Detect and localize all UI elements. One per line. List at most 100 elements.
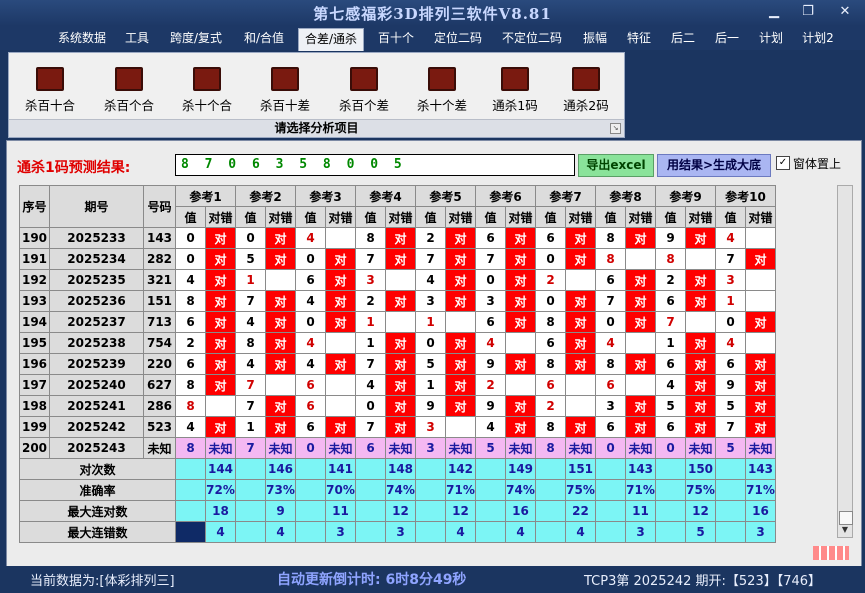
subheader-value: 值: [475, 206, 506, 228]
cell-value: 7: [715, 248, 746, 270]
cell-hit: 对: [685, 353, 716, 375]
generate-base-button[interactable]: 用结果>生成大底: [657, 154, 771, 177]
ribbon-kill-one-code[interactable]: 通杀1码: [480, 67, 550, 114]
table-row[interactable]: 191 2025234 282 0 对 5 对 0 对 7 对 7 对 7 对 0 对 8 8 7 对: [19, 248, 776, 270]
table-row[interactable]: 196 2025239 220 6 对 4 对 4 对 7 对 5 对 9 对 8 对 8 对 6 对 6 对: [19, 353, 776, 375]
table-row[interactable]: 198 2025241 286 8 7 对 6 0 对 9 对 9 对 2 3 对 5 对 5 对: [19, 395, 776, 417]
chart-icon: [428, 67, 456, 91]
summary-value: 143: [745, 458, 776, 480]
cell-seq: 198: [19, 395, 50, 417]
table-row[interactable]: 197 2025240 627 8 对 7 6 4 对 1 对 2 6 6 4 对 9 对: [19, 374, 776, 396]
cell-value: 7: [235, 395, 266, 417]
summary-value: 143: [625, 458, 656, 480]
cell-hit: 对: [385, 290, 416, 312]
menu-system-data[interactable]: 系统数据: [55, 29, 109, 48]
stay-on-top-checkbox[interactable]: ✓: [776, 156, 790, 170]
menu-last-one[interactable]: 后一: [712, 29, 742, 48]
cell-value: 2: [175, 332, 206, 354]
col-header-ref: 参考10: [715, 185, 776, 207]
ribbon-kill-hundred-ten-diff[interactable]: 杀百十差: [250, 67, 320, 114]
menu-span-compound[interactable]: 跨度/复式: [165, 29, 227, 48]
summary-pad: [295, 479, 326, 501]
cell-value: 1: [355, 311, 386, 333]
expand-icon[interactable]: ↘: [610, 123, 621, 134]
cell-value: 1: [355, 332, 386, 354]
table-row[interactable]: 192 2025235 321 4 对 1 6 对 3 4 对 0 对 2 6 对 2 对 3: [19, 269, 776, 291]
cell-value: 6: [295, 269, 326, 291]
col-header-ref: 参考1: [175, 185, 236, 207]
menu-hundred-ten-unit[interactable]: 百十个: [376, 29, 416, 48]
table-row[interactable]: 193 2025236 151 8 对 7 对 4 对 2 对 3 对 3 对 0 对 7 对 6 对 1: [19, 290, 776, 312]
cell-seq: 196: [19, 353, 50, 375]
cell-value: 0: [295, 437, 326, 459]
summary-row: 最大连错数 4 4 3 3 4 4 4 3 5 3: [19, 521, 776, 543]
minimize-icon[interactable]: ▁: [765, 4, 783, 19]
cell-value: 6: [295, 416, 326, 438]
window-title: 第七感福彩3D排列三软件V8.81: [313, 5, 552, 23]
latest-draw-text: TCP3第 2025242 期开:【523】【746】: [584, 574, 822, 589]
table-row[interactable]: 190 2025233 143 0 对 0 对 4 8 对 2 对 6 对 6 对 8 对 9 对 4: [19, 227, 776, 249]
cell-value: 6: [355, 437, 386, 459]
menu-tools[interactable]: 工具: [122, 29, 152, 48]
cell-status: 未知: [745, 437, 776, 459]
cell-value: 1: [415, 374, 446, 396]
cell-value: 8: [595, 353, 626, 375]
menu-sum-diff-kill[interactable]: 合差/通杀: [298, 28, 364, 51]
ribbon-kill-two-code[interactable]: 通杀2码: [551, 67, 621, 114]
cell-value: 5: [475, 437, 506, 459]
cell-miss: [325, 374, 356, 396]
vertical-scrollbar[interactable]: ▼: [837, 185, 853, 538]
cell-value: 5: [415, 353, 446, 375]
menu-plan[interactable]: 计划: [756, 29, 786, 48]
ribbon-kill-ten-unit-sum[interactable]: 杀十个合: [172, 67, 242, 114]
restore-icon[interactable]: ❐: [799, 4, 817, 19]
ribbon-kill-hundred-unit-sum[interactable]: 杀百个合: [94, 67, 164, 114]
cell-hit: 对: [625, 227, 656, 249]
menu-sum[interactable]: 和/合值: [240, 29, 288, 48]
menu-plan-2[interactable]: 计划2: [800, 29, 836, 48]
menu-features[interactable]: 特征: [624, 29, 654, 48]
cell-value: 3: [415, 437, 446, 459]
table-row-current[interactable]: 200 2025243 未知 8 未知 7 未知 0 未知 6 未知 3 未知 5 未知 8 未知 0 未知 0 未知 5…: [19, 437, 776, 459]
scroll-down-icon[interactable]: ▼: [839, 524, 851, 536]
menu-amplitude[interactable]: 振幅: [580, 29, 610, 48]
cell-hit: 对: [205, 269, 236, 291]
cell-seq: 197: [19, 374, 50, 396]
ribbon-kill-hundred-unit-diff[interactable]: 杀百个差: [329, 67, 399, 114]
summary-pad: [595, 479, 626, 501]
cell-value: 4: [595, 332, 626, 354]
cell-value: 7: [415, 248, 446, 270]
table-row[interactable]: 194 2025237 713 6 对 4 对 0 对 1 1 6 对 8 对 0 对 7 0 对: [19, 311, 776, 333]
export-excel-button[interactable]: 导出excel: [578, 154, 654, 177]
summary-pad: [715, 521, 746, 543]
cell-hit: 对: [505, 248, 536, 270]
cell-value: 0: [295, 311, 326, 333]
cell-miss: [565, 395, 596, 417]
menu-non-positional-two[interactable]: 不定位二码: [500, 29, 564, 48]
close-icon[interactable]: ✕: [836, 4, 854, 19]
summary-value: 4: [205, 521, 236, 543]
cell-miss: [265, 374, 296, 396]
cell-value: 4: [715, 227, 746, 249]
cell-value: 4: [235, 311, 266, 333]
ribbon-kill-ten-unit-diff[interactable]: 杀十个差: [407, 67, 477, 114]
table-row[interactable]: 195 2025238 754 2 对 8 对 4 1 对 0 对 4 6 对 4 1 对 4: [19, 332, 776, 354]
table-row[interactable]: 199 2025242 523 4 对 1 对 6 对 7 对 3 4 对 8 对 6 对 6 对 7 对: [19, 416, 776, 438]
cell-hit: 对: [685, 332, 716, 354]
cell-hit: 对: [505, 227, 536, 249]
menu-last-two[interactable]: 后二: [668, 29, 698, 48]
summary-value: 3: [745, 521, 776, 543]
cell-number: 未知: [143, 437, 176, 459]
cell-issue: 2025243: [49, 437, 144, 459]
scrollbar-thumb[interactable]: [839, 511, 853, 525]
cell-value: 2: [535, 395, 566, 417]
ribbon-kill-hundred-ten-sum[interactable]: 杀百十合: [15, 67, 85, 114]
cell-hit: 对: [625, 311, 656, 333]
prediction-result-field[interactable]: 8 7 0 6 3 5 8 0 0 5: [175, 154, 575, 176]
summary-value: 75%: [685, 479, 716, 501]
menu-positional-two[interactable]: 定位二码: [431, 29, 485, 48]
col-header-ref: 参考4: [355, 185, 416, 207]
summary-pad: [235, 458, 266, 480]
cell-value: 3: [475, 290, 506, 312]
cell-hit: 对: [685, 395, 716, 417]
